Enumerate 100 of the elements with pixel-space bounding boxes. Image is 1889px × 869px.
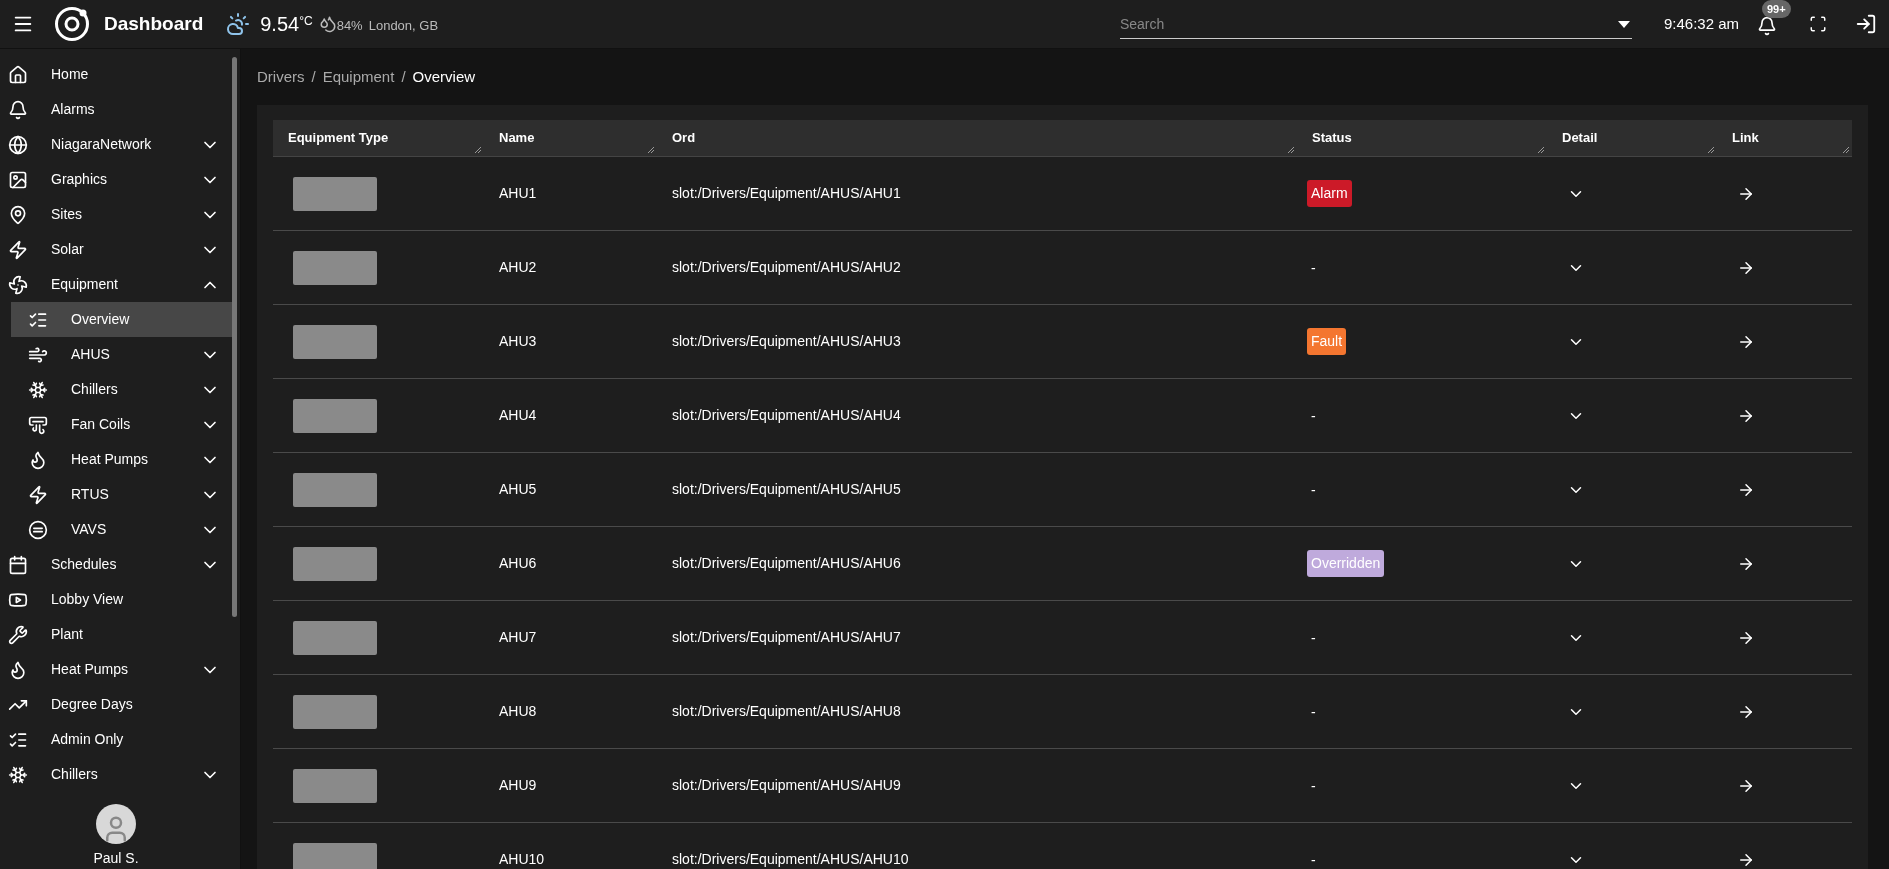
vent-icon (28, 519, 48, 540)
lightning-icon (28, 484, 48, 505)
sidebar-label: Chillers (51, 765, 98, 784)
sidebar-label: Home (51, 65, 89, 84)
sidebar-item[interactable]: RTUS (11, 477, 232, 512)
snowflake-icon (28, 379, 48, 400)
search-field[interactable]: Search (1119, 9, 1632, 39)
scrollbar[interactable] (232, 57, 237, 617)
flame-icon (28, 449, 48, 470)
column-header[interactable]: Status (1312, 128, 1352, 148)
fan-icon (8, 274, 28, 295)
humidity-icon (318, 15, 337, 33)
breadcrumb-link[interactable]: Drivers (257, 65, 305, 89)
user-name: Paul S. (93, 849, 139, 868)
map-pin-icon (8, 204, 28, 225)
sidebar-item[interactable]: Plant (0, 617, 232, 652)
sidebar-item[interactable]: Heat Pumps (0, 652, 232, 687)
resize-handle-icon[interactable] (1288, 147, 1294, 153)
clock: 9:46:32 am (1663, 13, 1739, 34)
table-cell-text: AHU7 (498, 628, 538, 647)
app-title: Dashboard (104, 11, 204, 36)
sidebar-item[interactable]: VAVS (11, 512, 232, 547)
sidebar-item[interactable]: Fan Coils (11, 407, 232, 442)
sidebar-item[interactable]: Overview (11, 302, 232, 337)
column-header[interactable]: Detail (1562, 128, 1598, 148)
table-cell-text: slot:/Drivers/Equipment/AHUS/AHU3 (671, 332, 902, 351)
table-cell-text: - (1310, 703, 1316, 720)
globe-icon (8, 134, 28, 155)
table-cell-text: AHU5 (498, 480, 538, 499)
fullscreen-icon[interactable] (1809, 15, 1827, 33)
tools-icon (8, 624, 28, 645)
dropdown-caret-icon[interactable] (1617, 21, 1630, 28)
location: London, GB (368, 17, 439, 36)
resize-handle-icon[interactable] (1538, 147, 1544, 153)
sidebar-item[interactable]: Sites (0, 197, 232, 232)
table-cell-text: slot:/Drivers/Equipment/AHUS/AHU1 (671, 184, 902, 203)
sidebar-item[interactable]: Admin Only (0, 722, 232, 757)
table-cell-text: AHU6 (498, 554, 538, 573)
image-icon (8, 169, 28, 190)
bell-icon (8, 99, 28, 120)
table-cell-text: slot:/Drivers/Equipment/AHUS/AHU7 (671, 628, 902, 647)
sidebar-label: Plant (51, 625, 83, 644)
sidebar-label: NiagaraNetwork (51, 135, 152, 154)
table-cell-text: slot:/Drivers/Equipment/AHUS/AHU8 (671, 702, 902, 721)
sidebar-label: AHUS (71, 345, 110, 364)
table-cell-text: - (1310, 481, 1316, 498)
table-cell-text: AHU10 (498, 850, 546, 869)
status-badge: Overridden (1307, 550, 1385, 577)
table-cell-text: slot:/Drivers/Equipment/AHUS/AHU2 (671, 258, 902, 277)
sidebar-item[interactable]: Heat Pumps (11, 442, 232, 477)
sidebar-item[interactable]: Home (0, 57, 232, 92)
sidebar-item[interactable]: Equipment (0, 267, 232, 302)
resize-handle-icon[interactable] (475, 147, 481, 153)
sidebar-label: Chillers (71, 380, 118, 399)
table-cell-text: AHU4 (498, 406, 538, 425)
resize-handle-icon[interactable] (648, 147, 654, 153)
sidebar-label: Overview (71, 310, 130, 329)
column-header[interactable]: Name (499, 128, 535, 148)
sidebar-item[interactable]: AHUS (11, 337, 232, 372)
avatar[interactable] (96, 804, 136, 844)
sidebar-label: Heat Pumps (71, 450, 149, 469)
sidebar-label: Equipment (51, 275, 118, 294)
sidebar-label: Degree Days (51, 695, 133, 714)
breadcrumb-link[interactable]: Equipment (322, 65, 395, 89)
table-cell-text: slot:/Drivers/Equipment/AHUS/AHU10 (671, 850, 910, 869)
sidebar-item[interactable]: NiagaraNetwork (0, 127, 232, 162)
sidebar-item[interactable]: Graphics (0, 162, 232, 197)
column-header[interactable]: Ord (672, 128, 696, 148)
status-badge: Fault (1307, 328, 1347, 355)
sidebar-item[interactable]: Alarms (0, 92, 232, 127)
sidebar-label: Fan Coils (71, 415, 131, 434)
table-cell-text: AHU1 (498, 184, 538, 203)
sidebar-item[interactable]: Schedules (0, 547, 232, 582)
table-cell-text: AHU9 (498, 776, 538, 795)
sidebar-item[interactable]: Degree Days (0, 687, 232, 722)
sidebar-label: Sites (51, 205, 83, 224)
logout-icon[interactable] (1855, 13, 1877, 35)
table-cell-text: slot:/Drivers/Equipment/AHUS/AHU9 (671, 776, 902, 795)
sidebar-item[interactable]: Solar (0, 232, 232, 267)
sidebar-label: Admin Only (51, 730, 124, 749)
temperature-unit: °C (299, 13, 313, 30)
air-vent-icon (28, 414, 48, 435)
column-header[interactable]: Link (1732, 128, 1759, 148)
sidebar-item[interactable]: Chillers (0, 757, 232, 792)
resize-handle-icon[interactable] (1708, 147, 1714, 153)
notification-icon[interactable] (1757, 16, 1777, 36)
table-cell-text: slot:/Drivers/Equipment/AHUS/AHU6 (671, 554, 902, 573)
weather-icon (226, 12, 251, 36)
table-cell-text: - (1310, 259, 1316, 276)
lightning-icon (8, 239, 28, 260)
sidebar-item[interactable]: Chillers (11, 372, 232, 407)
humidity: 84% (336, 17, 363, 36)
table-cell-text: slot:/Drivers/Equipment/AHUS/AHU4 (671, 406, 902, 425)
sidebar-item[interactable]: Lobby View (0, 582, 232, 617)
column-header[interactable]: Equipment Type (288, 128, 389, 148)
breadcrumb-current: Overview (412, 66, 476, 87)
resize-handle-icon[interactable] (1843, 147, 1849, 153)
sidebar-label: Solar (51, 240, 84, 259)
sidebar-label: Schedules (51, 555, 117, 574)
sidebar-label: VAVS (71, 520, 107, 539)
